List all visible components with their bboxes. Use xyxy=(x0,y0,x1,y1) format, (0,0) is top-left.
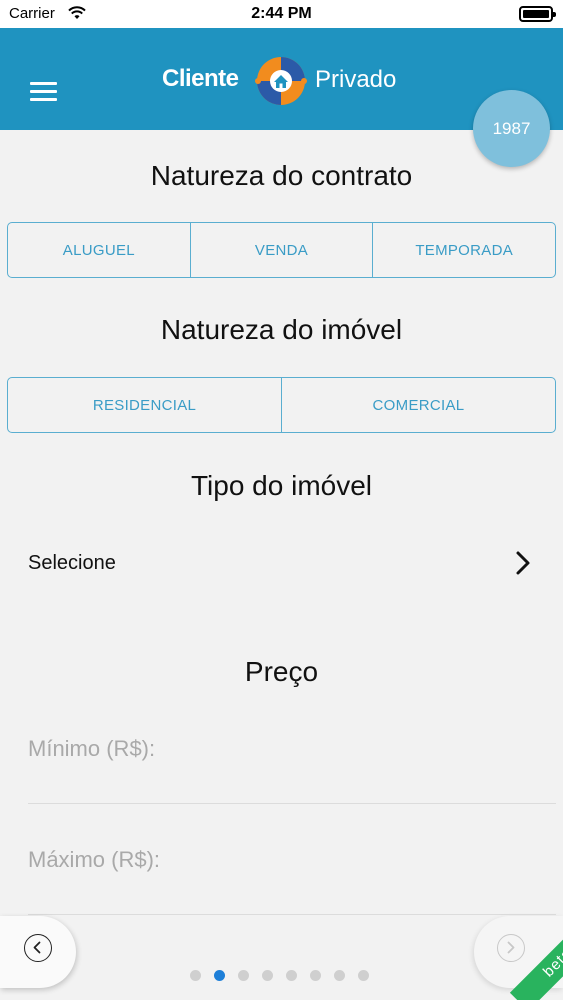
contract-option-venda[interactable]: VENDA xyxy=(191,223,374,277)
logo-text-right: Privado xyxy=(315,66,397,93)
property-type-select[interactable]: Selecione xyxy=(0,540,563,588)
page-indicator xyxy=(190,970,369,982)
beta-ribbon: beta xyxy=(483,920,563,1000)
clock: 2:44 PM xyxy=(251,5,312,22)
contract-type-segmented-control: ALUGUEL VENDA TEMPORADA xyxy=(7,222,556,278)
previous-circle-icon xyxy=(24,934,52,962)
page-dot[interactable] xyxy=(310,970,321,981)
property-section-title: Natureza do imóvel xyxy=(160,314,403,345)
battery-icon xyxy=(519,6,556,22)
type-section-title: Tipo do imóvel xyxy=(190,470,373,501)
page-dot[interactable] xyxy=(262,970,273,981)
beta-label: beta xyxy=(509,920,563,1000)
status-bar: Carrier 2:44 PM xyxy=(0,0,563,28)
page-dot[interactable] xyxy=(358,970,369,981)
page-dot[interactable] xyxy=(190,970,201,981)
page-dot[interactable] xyxy=(334,970,345,981)
previous-page-button[interactable] xyxy=(0,916,76,988)
house-logo-icon xyxy=(255,57,307,105)
property-option-residencial[interactable]: RESIDENCIAL xyxy=(8,378,282,432)
price-section-title: Preço xyxy=(244,656,319,687)
property-type-select-label: Selecione xyxy=(28,552,116,574)
contract-option-temporada[interactable]: TEMPORADA xyxy=(373,223,555,277)
max-price-placeholder: Máximo (R$): xyxy=(28,847,161,872)
counter-badge[interactable]: 1987 xyxy=(473,90,550,167)
max-price-input[interactable]: Máximo (R$): xyxy=(28,847,556,915)
min-price-input[interactable]: Mínimo (R$): xyxy=(28,736,556,804)
contract-section-title: Natureza do contrato xyxy=(150,160,413,191)
logo-text-left: Cliente xyxy=(162,65,239,92)
min-price-placeholder: Mínimo (R$): xyxy=(28,736,156,761)
property-nature-segmented-control: RESIDENCIAL COMERCIAL xyxy=(7,377,556,433)
contract-option-aluguel[interactable]: ALUGUEL xyxy=(8,223,191,277)
hamburger-menu-icon[interactable] xyxy=(30,82,57,102)
property-option-comercial[interactable]: COMERCIAL xyxy=(282,378,555,432)
app-logo: Cliente Privado xyxy=(162,55,402,107)
page-dot[interactable] xyxy=(286,970,297,981)
page-dot[interactable] xyxy=(238,970,249,981)
chevron-right-icon xyxy=(516,551,530,575)
page-dot-active[interactable] xyxy=(214,970,225,981)
